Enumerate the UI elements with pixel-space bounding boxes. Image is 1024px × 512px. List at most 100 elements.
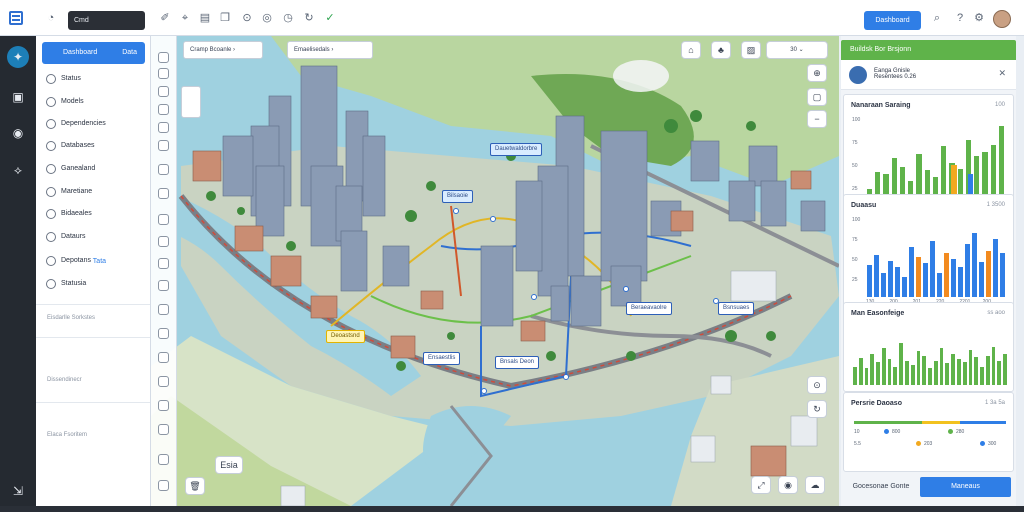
sidebar-item-ganealand[interactable]: Ganealand <box>46 162 146 176</box>
app-menu-icon[interactable] <box>9 11 23 25</box>
map-node[interactable] <box>481 388 487 394</box>
avatar[interactable] <box>993 10 1011 28</box>
measure-icon[interactable]: ◉ <box>778 476 798 494</box>
rotate-icon[interactable]: ↻ <box>807 400 827 418</box>
dashboard-button[interactable]: Dashboard <box>864 11 921 30</box>
tree-icon[interactable]: ♣ <box>711 41 731 59</box>
legend-label: 280 <box>956 429 965 435</box>
primary-button[interactable]: Maneaus <box>920 477 1011 497</box>
pen-icon[interactable]: ✐ <box>158 11 172 25</box>
recenter-icon[interactable]: ⊙ <box>807 376 827 394</box>
tool-icon-16[interactable] <box>158 376 169 387</box>
chart-bar <box>864 368 869 385</box>
delete-icon[interactable]: 🗑︎ <box>185 477 205 495</box>
explore-icon[interactable]: ✦ <box>7 46 29 68</box>
sidebar-item-bidaeales[interactable]: Bidaeales <box>46 207 146 221</box>
map-callout[interactable]: Bilsaoie <box>442 190 474 203</box>
home-icon[interactable]: ⌂ <box>681 41 701 59</box>
compass-icon[interactable]: ⊕ <box>807 64 827 82</box>
info-icon[interactable]: ⊙ <box>240 11 254 25</box>
share-icon[interactable]: ⟡ <box>7 159 29 181</box>
map-callout[interactable]: Dauetwaldorbre <box>490 143 543 156</box>
models-icon <box>46 97 56 107</box>
zoom-in-icon[interactable]: ▢ <box>807 88 827 106</box>
chart-bar <box>881 347 886 385</box>
search-input[interactable]: Cmd <box>68 11 145 30</box>
tool-icon-9[interactable] <box>158 214 169 225</box>
image-icon[interactable]: ▨ <box>741 41 761 59</box>
tool-icon-11[interactable] <box>158 258 169 269</box>
sidebar-item-dependencies[interactable]: Dependencies <box>46 117 146 131</box>
tool-icon-6[interactable] <box>158 140 169 151</box>
globe-icon[interactable]: ◉ <box>7 122 29 144</box>
chart-bar <box>991 346 996 385</box>
map-filter-pill[interactable]: Emaelisedals › <box>287 41 373 59</box>
tool-icon-3[interactable] <box>158 86 169 97</box>
chart-bar <box>895 266 900 297</box>
logo-icon[interactable]: ◔ <box>44 11 58 25</box>
sidebar-item-depotans[interactable]: Depotans Tata <box>46 254 146 268</box>
tool-icon-13[interactable] <box>158 304 169 315</box>
chart-title: Duaasu <box>851 202 877 209</box>
check-icon[interactable]: ✓ <box>323 11 337 25</box>
sidebar-item-label: Bidaeales <box>61 210 92 217</box>
tool-icon-1[interactable] <box>158 52 169 63</box>
close-icon[interactable]: ✕ <box>998 68 1006 79</box>
tool-icon-18[interactable] <box>158 424 169 435</box>
map-view[interactable]: Cramp Bcoanle › Emaelisedals › ⌂ ♣ ▨ 30 … <box>151 36 839 506</box>
map-callout[interactable]: Deoastsnd <box>326 330 365 343</box>
camera-icon[interactable]: ◎ <box>260 11 274 25</box>
sidebar-item-maretiane[interactable]: Maretiane <box>46 185 146 199</box>
sidebar-item-dataurs[interactable]: Dataurs <box>46 230 146 244</box>
export-icon[interactable]: ⇲ <box>7 480 29 502</box>
map-callout[interactable]: Bsnsuaes <box>718 302 755 315</box>
map-callout[interactable]: Bnsals Deon <box>495 356 540 369</box>
tool-icon-4[interactable] <box>158 104 169 115</box>
map-node[interactable] <box>490 216 496 222</box>
sidebar-item-models[interactable]: Models <box>46 95 146 109</box>
cloud-icon[interactable]: ☁ <box>805 476 825 494</box>
tool-icon-19[interactable] <box>158 454 169 465</box>
edit-icon[interactable]: ▤ <box>198 11 212 25</box>
tool-icon-5[interactable] <box>158 122 169 133</box>
map-label-esia[interactable]: Esia <box>215 456 243 474</box>
settings-icon[interactable]: ⚙ <box>972 11 986 25</box>
sidebar-item-status[interactable]: Status <box>46 72 146 86</box>
map-node[interactable] <box>713 298 719 304</box>
chart-bar <box>905 361 909 385</box>
map-node[interactable] <box>453 208 459 214</box>
divider <box>36 337 150 338</box>
sidebar-item-databases[interactable]: Databases <box>46 139 146 153</box>
map-callout[interactable]: Ensaestlis <box>423 352 461 365</box>
copy-icon[interactable]: ❐ <box>218 11 232 25</box>
zoom-out-icon[interactable]: − <box>807 110 827 128</box>
layers-select[interactable]: 30 ⌄ <box>766 41 828 59</box>
layers-icon[interactable]: ▣ <box>7 86 29 108</box>
map-node[interactable] <box>563 374 569 380</box>
tool-icon-20[interactable] <box>158 480 169 491</box>
map-node[interactable] <box>623 286 629 292</box>
tool-icon-10[interactable] <box>158 236 169 247</box>
tool-icon-8[interactable] <box>158 188 169 199</box>
map-callout[interactable]: Beraeavaolre <box>626 302 672 315</box>
search-icon[interactable]: ⌕ <box>930 11 944 25</box>
chart-bar <box>962 362 967 385</box>
help-icon[interactable]: ? <box>953 11 967 25</box>
tool-icon-2[interactable] <box>158 68 169 79</box>
time-icon[interactable]: ◷ <box>281 11 295 25</box>
tool-icon-7[interactable] <box>158 164 169 175</box>
tool-icon-17[interactable] <box>158 400 169 411</box>
zoom-control[interactable] <box>181 86 201 118</box>
pin-icon[interactable]: ⌖ <box>178 11 192 25</box>
sidebar-header[interactable]: Dashboard Data <box>42 42 145 64</box>
progress-label: 10 <box>854 429 860 435</box>
tool-icon-15[interactable] <box>158 352 169 363</box>
sidebar-item-statusia[interactable]: Statusia <box>46 277 146 291</box>
map-filter-pill[interactable]: Cramp Bcoanle › <box>183 41 263 59</box>
tool-icon-14[interactable] <box>158 328 169 339</box>
fullscreen-icon[interactable]: ⤢ <box>751 476 771 494</box>
refresh-icon[interactable]: ↻ <box>302 11 316 25</box>
secondary-button[interactable]: Gocesonae Gonte <box>845 477 917 497</box>
tool-icon-12[interactable] <box>158 280 169 291</box>
map-node[interactable] <box>531 294 537 300</box>
